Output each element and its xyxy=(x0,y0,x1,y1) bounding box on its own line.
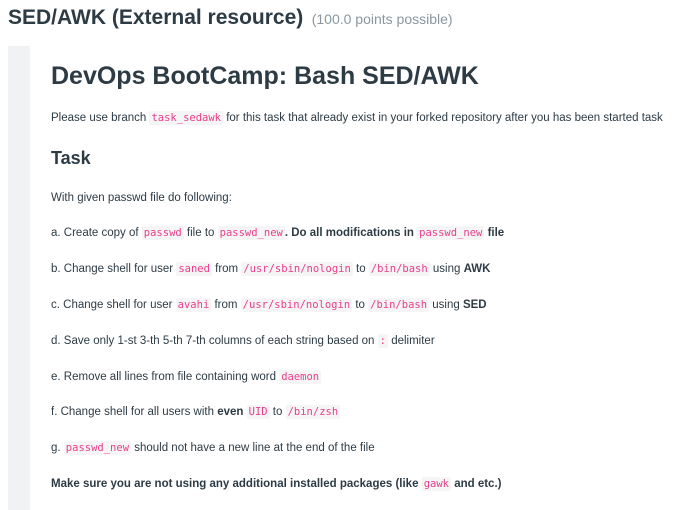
assignment-header: SED/AWK (External resource) (100.0 point… xyxy=(8,6,453,30)
assignment-title: SED/AWK (External resource) xyxy=(8,6,304,29)
task-heading: Task xyxy=(51,148,91,168)
packages-note: Make sure you are not using any addition… xyxy=(51,477,502,491)
task-item-c: c. Change shell for user avahi from /usr… xyxy=(51,298,487,312)
points-possible: (100.0 points possible) xyxy=(311,11,453,27)
content-heading: DevOps BootCamp: Bash SED/AWK xyxy=(51,62,479,90)
left-gutter xyxy=(8,46,30,510)
branch-code: task_sedawk xyxy=(149,111,224,125)
task-item-e: e. Remove all lines from file containing… xyxy=(51,370,322,384)
branch-note: Please use branch task_sedawk for this t… xyxy=(51,111,663,125)
task-item-b: b. Change shell for user saned from /usr… xyxy=(51,262,491,276)
task-item-d: d. Save only 1-st 3-th 5-th 7-th columns… xyxy=(51,334,435,348)
task-item-g: g. passwd_new should not have a new line… xyxy=(51,441,375,455)
task-item-f: f. Change shell for all users with even … xyxy=(51,405,341,419)
task-intro: With given passwd file do following: xyxy=(51,192,232,204)
task-item-a: a. Create copy of passwd file to passwd_… xyxy=(51,226,505,240)
